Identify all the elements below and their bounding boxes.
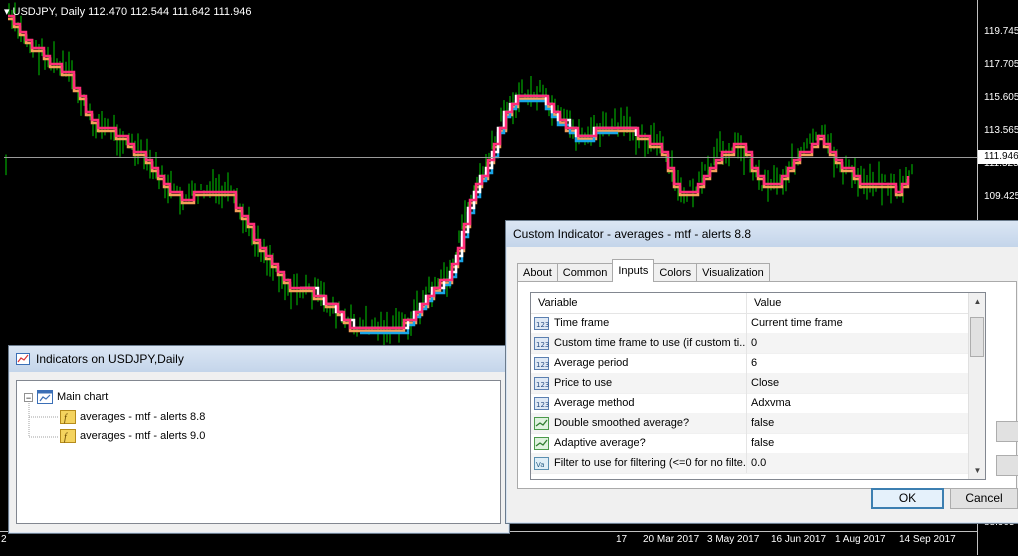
input-row[interactable]: 123 Time frame Current time frame [531,313,968,334]
tree-item-indicator[interactable]: f averages - mtf - alerts 8.8 [60,409,205,425]
double-icon: Va [534,456,549,470]
input-variable-name: Time frame [554,317,610,329]
chevron-down-icon[interactable]: ▾ [4,5,10,18]
inputs-panel: Variable Value 123 Time frame Current time… [517,281,1017,489]
grid-header: Variable Value [531,293,968,314]
input-value-cell[interactable]: 0 [747,333,968,353]
input-variable-cell[interactable]: Adaptive average? [531,433,747,453]
indicators-window[interactable]: Indicators on USDJPY,Daily − Main chart … [8,345,510,534]
svg-text:123: 123 [536,401,549,409]
ok-button[interactable]: OK [871,488,944,509]
column-header-variable[interactable]: Variable [531,293,747,313]
input-variable-name: Adaptive average? [554,437,646,449]
tab-common[interactable]: Common [556,263,614,282]
input-variable-name: Filter to use for filtering (<=0 for no … [554,457,747,469]
side-button-top[interactable] [996,421,1018,442]
scroll-thumb[interactable] [970,317,984,357]
price-level-label: 115.605 [984,92,1018,103]
input-variable-cell[interactable]: Va Filter to use for filtering (<=0 for n… [531,453,747,473]
input-variable-cell[interactable]: 123 Average method [531,393,747,413]
input-variable-cell[interactable]: Double smoothed average? [531,413,747,433]
time-label: 3 May 2017 [707,534,760,545]
scroll-down-icon[interactable]: ▼ [969,462,985,479]
input-value-cell[interactable]: Adxvma [747,393,968,413]
dialog-title-bar[interactable]: Custom Indicator - averages - mtf - aler… [506,221,1018,247]
inputs-grid[interactable]: Variable Value 123 Time frame Current time… [530,292,986,480]
column-header-value[interactable]: Value [747,293,968,313]
int-icon: 123 [534,356,549,370]
dialog-tabs: About Common Inputs Colors Visualization [517,259,770,282]
input-row[interactable]: Double smoothed average? false [531,413,968,434]
input-variable-name: Average period [554,357,629,369]
current-price-line [4,157,977,158]
bool-icon [534,436,549,450]
input-value-cell[interactable]: false [747,413,968,433]
int-icon: 123 [534,316,549,330]
price-level-label: 109.425 [984,191,1018,202]
int-icon: 123 [534,336,549,350]
time-label: 14 Sep 2017 [899,534,956,545]
tab-colors[interactable]: Colors [653,263,698,282]
input-value-cell[interactable]: Current time frame [747,313,968,333]
input-variable-name: Average method [554,397,635,409]
input-row[interactable]: 123 Custom time frame to use (if custom t… [531,333,968,354]
time-label: 1 Aug 2017 [835,534,886,545]
indicators-window-icon [16,353,30,365]
input-variable-name: Double smoothed average? [554,417,690,429]
tab-inputs[interactable]: Inputs [612,259,655,282]
svg-text:123: 123 [536,361,549,369]
tree-item-indicator[interactable]: f averages - mtf - alerts 9.0 [60,428,205,444]
price-level-label: 119.745 [984,26,1018,37]
custom-indicator-dialog[interactable]: Custom Indicator - averages - mtf - aler… [505,220,1018,524]
cancel-button[interactable]: Cancel [950,488,1018,509]
input-row[interactable]: 123 Average method Adxvma [531,393,968,414]
chart-symbol-info: ▾ USDJPY, Daily 112.470 112.544 111.642 1… [4,5,252,18]
input-value-cell[interactable]: Close [747,373,968,393]
indicators-tree[interactable]: − Main chart f averages - mtf - alerts 8… [16,380,501,524]
input-value-cell[interactable]: 0.0 [747,453,968,473]
input-variable-name: Price to use [554,377,613,389]
current-price-label: 111.946 [978,150,1018,164]
time-label-cut: 2 [1,534,7,545]
input-variable-cell[interactable]: 123 Average period [531,353,747,373]
scroll-up-icon[interactable]: ▲ [969,293,985,310]
svg-text:123: 123 [536,321,549,329]
input-row[interactable]: Adaptive average? false [531,433,968,454]
tab-visualization[interactable]: Visualization [696,263,770,282]
input-variable-cell[interactable]: 123 Time frame [531,313,747,333]
time-label: 16 Jun 2017 [771,534,827,545]
indicators-window-title[interactable]: Indicators on USDJPY,Daily [9,346,509,372]
price-level-label: 117.705 [984,59,1018,70]
svg-text:123: 123 [536,381,549,389]
int-icon: 123 [534,396,549,410]
input-variable-cell[interactable]: 123 Custom time frame to use (if custom t… [531,333,747,353]
input-row[interactable]: Va Filter to use for filtering (<=0 for n… [531,453,968,474]
time-label: 20 Mar 2017 [643,534,700,545]
input-variable-cell[interactable]: 123 Price to use [531,373,747,393]
grid-scrollbar[interactable]: ▲ ▼ [968,293,985,479]
side-button-bottom[interactable] [996,455,1018,476]
svg-text:Va: Va [536,461,545,469]
input-value-cell[interactable]: false [747,433,968,453]
time-label-cut: 17 [616,534,628,545]
bool-icon [534,416,549,430]
tab-about[interactable]: About [517,263,558,282]
int-icon: 123 [534,376,549,390]
input-variable-name: Custom time frame to use (if custom ti..… [554,337,747,349]
input-value-cell[interactable]: 6 [747,353,968,373]
tree-connector-lines [28,403,59,438]
time-axis[interactable] [0,531,977,556]
price-level-label: 113.565 [984,125,1018,136]
input-row[interactable]: 123 Average period 6 [531,353,968,374]
input-row[interactable]: 123 Price to use Close [531,373,968,394]
svg-text:123: 123 [536,341,549,349]
